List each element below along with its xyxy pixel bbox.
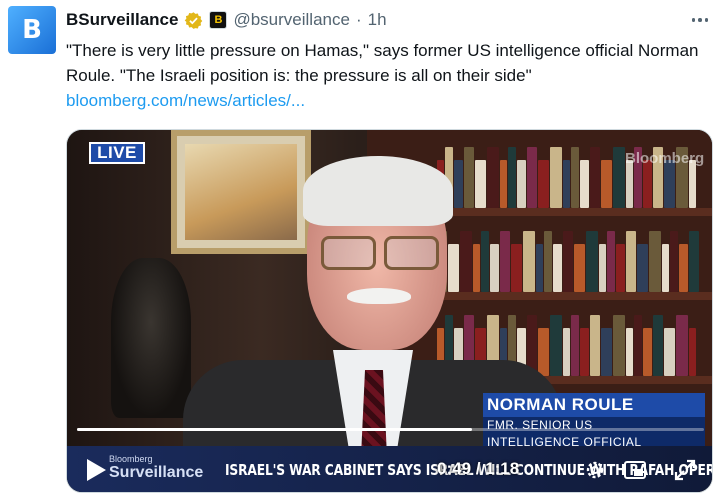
video-controls: 0:49 / 1:18: [67, 446, 712, 492]
video-progress-fill: [77, 428, 472, 431]
avatar[interactable]: B: [8, 6, 56, 54]
video-progress-bar[interactable]: [77, 428, 704, 431]
verified-badge-icon[interactable]: [184, 11, 203, 30]
statue-image: [111, 258, 191, 418]
affiliate-badge-letter: B: [214, 14, 223, 26]
time-readout: 0:49 / 1:18: [437, 459, 520, 478]
play-icon[interactable]: [85, 458, 107, 482]
video-player[interactable]: LIVE Bloomberg NORMAN ROULE FMR. SENIOR …: [66, 129, 713, 493]
tweet-header: BSurveillance B @bsurveillance · 1h: [66, 8, 387, 32]
settings-gear-icon[interactable]: [583, 458, 607, 482]
tweet-text: "There is very little pressure on Hamas,…: [66, 38, 706, 113]
bloomberg-watermark: Bloomberg: [625, 150, 705, 167]
lower-third: NORMAN ROULE FMR. SENIOR US INTELLIGENCE…: [483, 393, 705, 451]
fullscreen-icon[interactable]: [673, 458, 697, 482]
live-badge: LIVE: [89, 142, 145, 164]
pip-icon[interactable]: [623, 458, 647, 482]
avatar-letter: B: [22, 15, 42, 45]
lower-third-title-1: FMR. SENIOR US: [483, 417, 705, 434]
tweet-body: "There is very little pressure on Hamas,…: [66, 41, 699, 85]
handle[interactable]: @bsurveillance: [233, 10, 349, 30]
display-name[interactable]: BSurveillance: [66, 10, 178, 30]
lower-third-name: NORMAN ROULE: [483, 393, 705, 417]
more-options-icon[interactable]: [689, 10, 711, 30]
timestamp[interactable]: 1h: [368, 10, 387, 30]
article-link[interactable]: bloomberg.com/news/articles/...: [66, 88, 706, 113]
affiliate-badge-icon[interactable]: B: [209, 11, 228, 29]
separator-dot: ·: [355, 10, 362, 29]
